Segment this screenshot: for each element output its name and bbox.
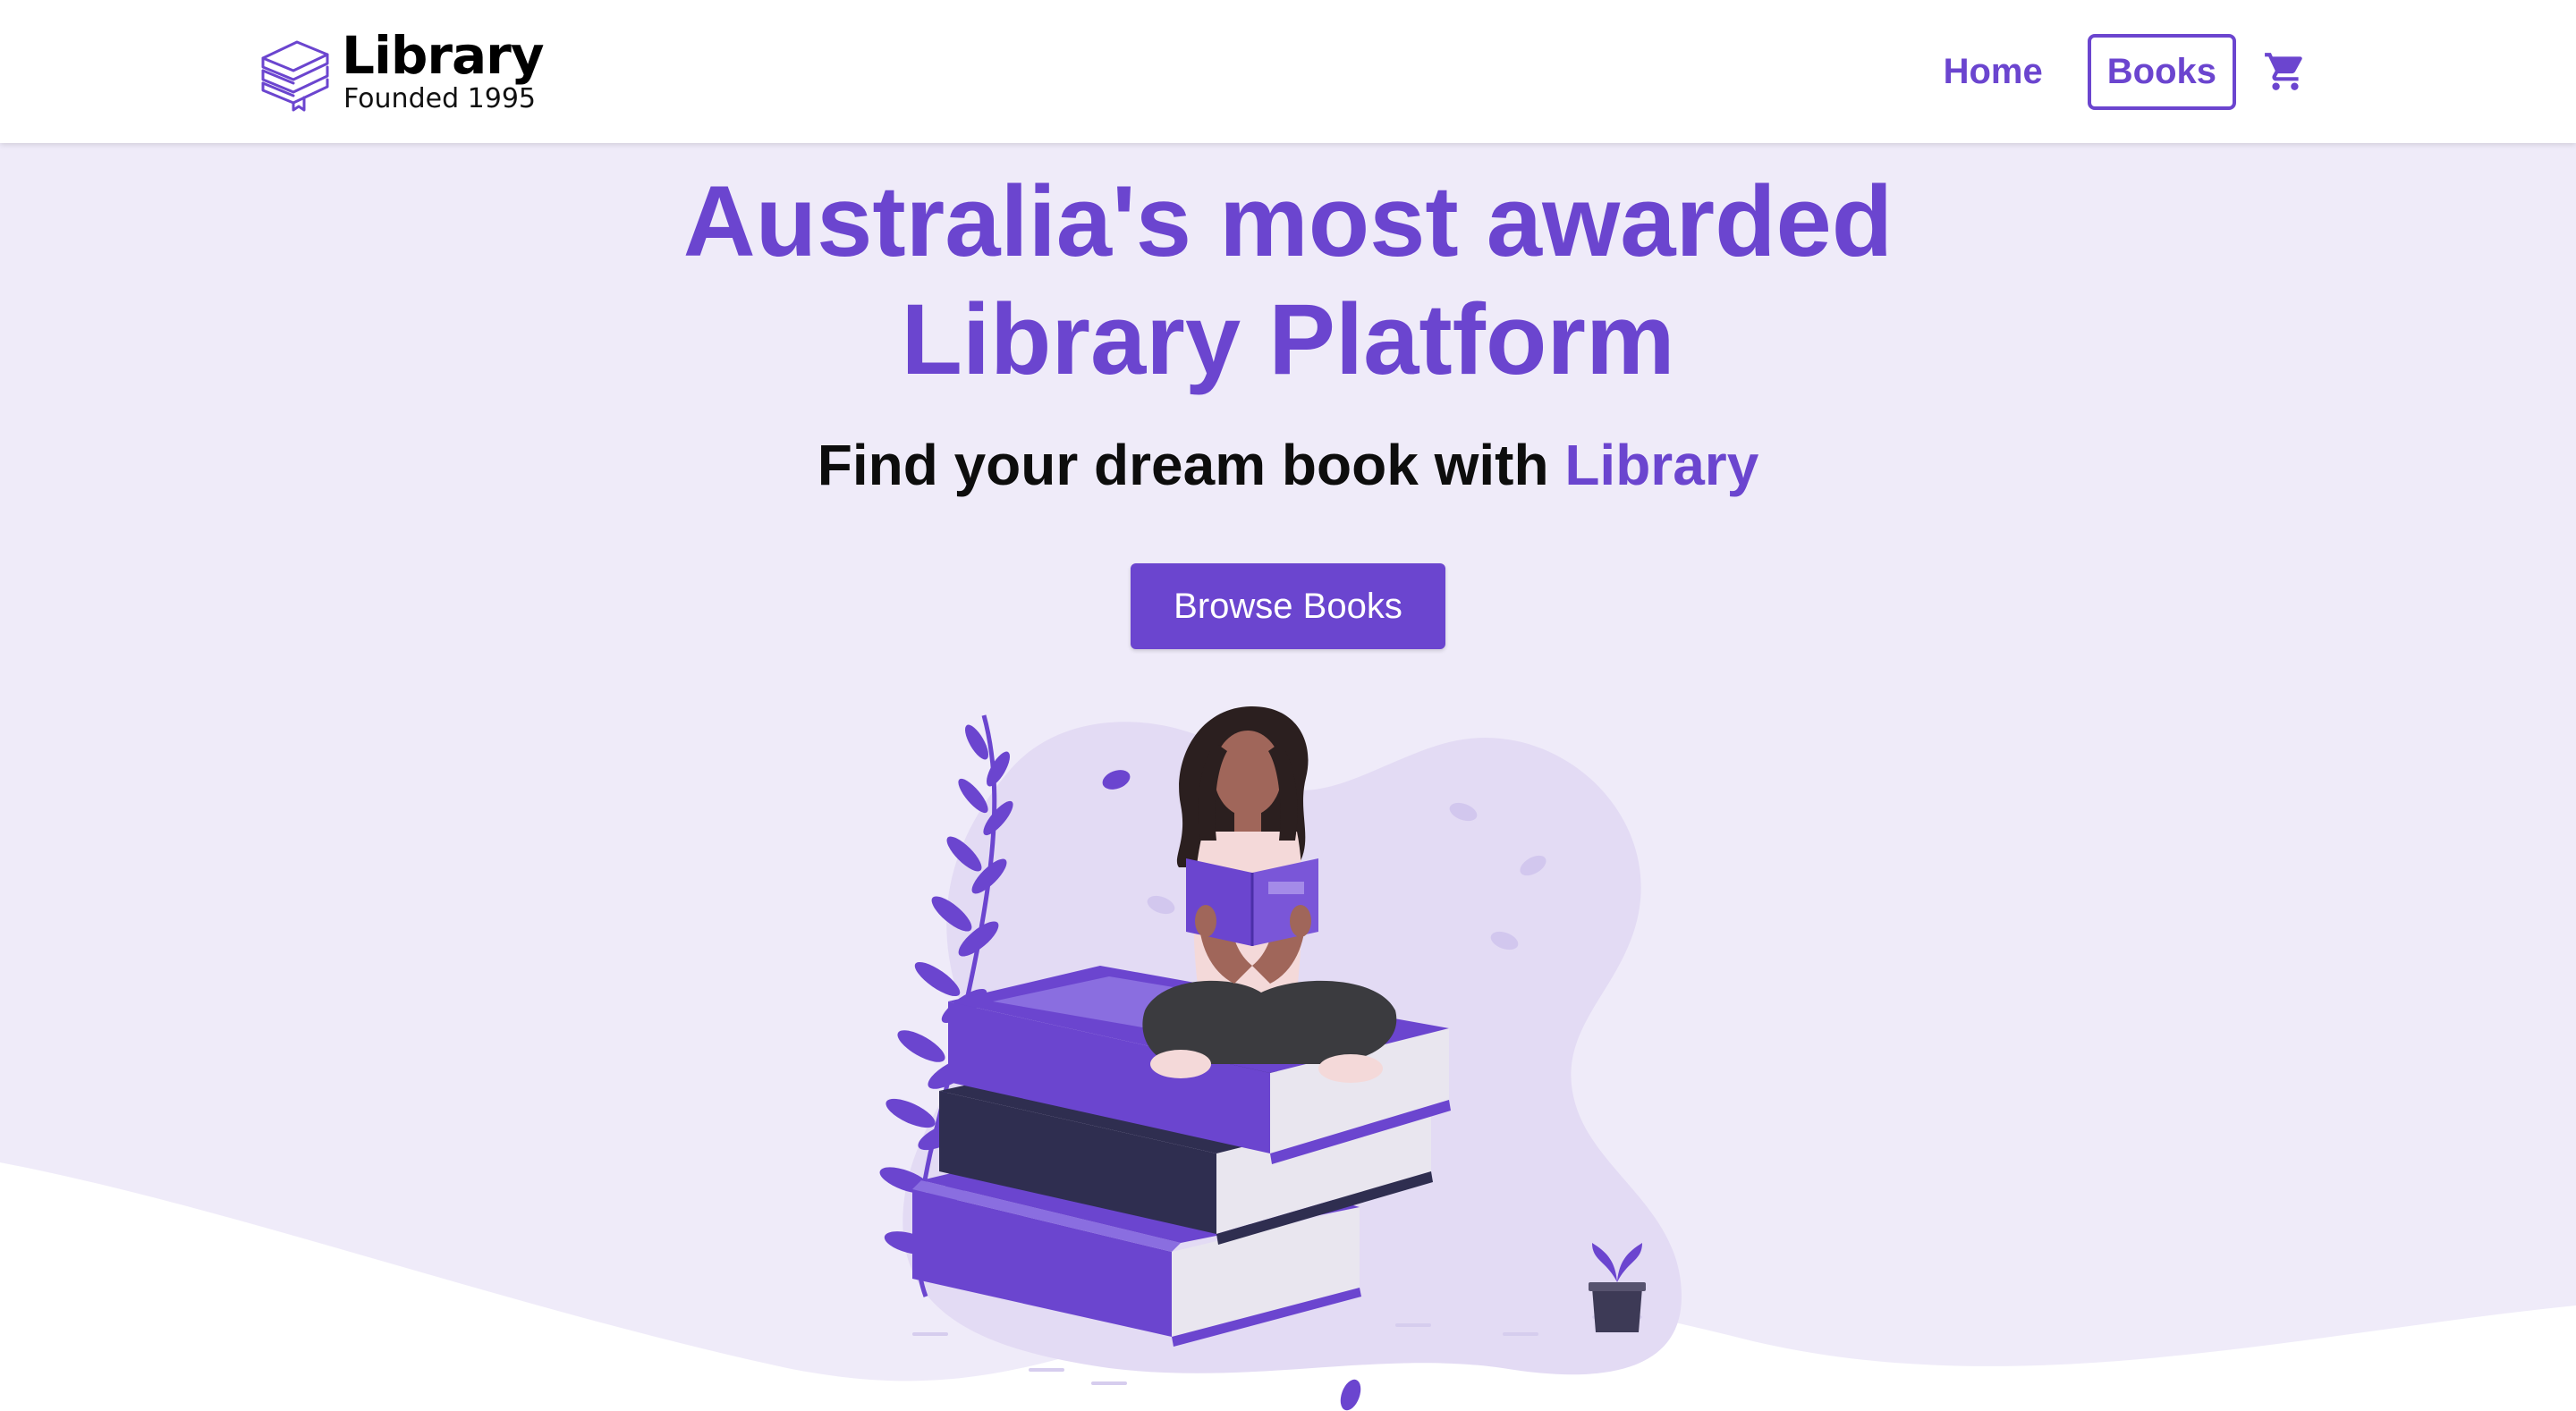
hero-subtitle-accent: Library [1564, 433, 1759, 497]
main-nav: Home Books [1926, 32, 2308, 111]
browse-books-button[interactable]: Browse Books [1131, 563, 1445, 649]
shopping-cart-icon[interactable] [2263, 49, 2308, 94]
hero-subtitle: Find your dream book with Library [0, 429, 2576, 501]
brand-text: Library Founded 1995 [342, 25, 545, 115]
hero-subtitle-text: Find your dream book with [817, 433, 1565, 497]
books-stack-icon [261, 40, 329, 112]
hero-section: Australia's most awarded Library Platfor… [0, 143, 2576, 1411]
nav-link-books[interactable]: Books [2087, 33, 2236, 110]
brand-logo-link[interactable]: Library Founded 1995 [256, 16, 545, 127]
reading-woman-illustration [879, 706, 1682, 1411]
navbar: Library Founded 1995 Home Books [0, 0, 2576, 143]
brand-tagline: Founded 1995 [343, 83, 536, 114]
hero-title-line1: Australia's most awarded [682, 165, 1894, 277]
nav-link-home[interactable]: Home [1926, 36, 2061, 108]
hero-title-line2: Library Platform [901, 283, 1675, 395]
brand-name: Library [342, 25, 545, 86]
hero-title: Australia's most awarded Library Platfor… [0, 163, 2576, 399]
